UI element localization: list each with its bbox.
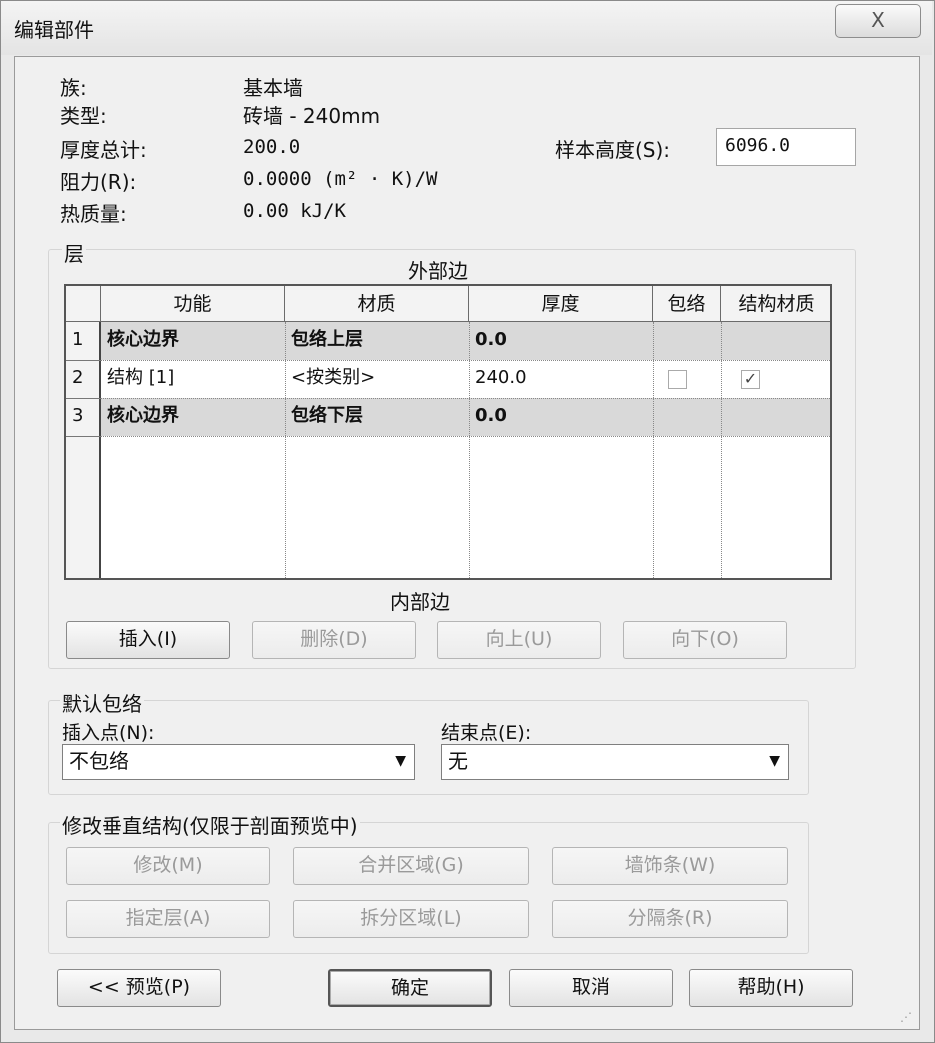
end-point-select[interactable]: 无 ▼ xyxy=(441,744,789,780)
inner-side-label: 内部边 xyxy=(390,590,450,614)
grid-line xyxy=(101,436,830,437)
cancel-button[interactable]: 取消 xyxy=(509,969,673,1007)
family-value: 基本墙 xyxy=(243,76,303,100)
column-header-function[interactable]: 功能 xyxy=(101,286,285,322)
resize-grip-icon[interactable]: ⋰ xyxy=(900,1010,912,1024)
row-number[interactable]: 2 xyxy=(66,360,101,398)
grid-line xyxy=(66,360,101,361)
grid-line xyxy=(66,436,101,437)
dropdown-arrow-icon: ▼ xyxy=(395,753,406,769)
delete-button[interactable]: 删除(D) xyxy=(252,621,416,659)
resistance-value: 0.0000 (m² · K)/W xyxy=(243,168,438,190)
modify-button[interactable]: 修改(M) xyxy=(66,847,270,885)
total-thickness-value: 200.0 xyxy=(243,136,301,158)
checkmark-icon: ✓ xyxy=(743,369,758,388)
insert-point-select[interactable]: 不包络 ▼ xyxy=(62,744,415,780)
grid-line xyxy=(101,360,830,361)
outer-side-label: 外部边 xyxy=(408,259,468,283)
split-region-button[interactable]: 拆分区域(L) xyxy=(293,900,529,938)
type-value: 砖墙 - 240mm xyxy=(243,104,381,128)
end-point-value: 无 xyxy=(448,749,468,773)
close-button[interactable]: X xyxy=(835,4,921,38)
move-up-button[interactable]: 向上(U) xyxy=(437,621,601,659)
column-header-thickness[interactable]: 厚度 xyxy=(469,286,653,322)
modify-vertical-group-label: 修改垂直结构(仅限于剖面预览中) xyxy=(60,810,360,839)
move-down-button[interactable]: 向下(O) xyxy=(623,621,787,659)
layers-group-label: 层 xyxy=(62,238,86,267)
grid-line xyxy=(101,398,830,399)
row-thickness[interactable]: 240.0 xyxy=(469,360,653,398)
ok-button[interactable]: 确定 xyxy=(328,969,492,1007)
sample-height-label: 样本高度(S): xyxy=(555,138,671,162)
title-bar[interactable] xyxy=(1,1,932,55)
type-label: 类型: xyxy=(60,104,107,128)
dropdown-arrow-icon: ▼ xyxy=(769,753,780,769)
insert-button[interactable]: 插入(I) xyxy=(66,621,230,659)
layers-table: 功能 材质 厚度 包络 结构材质 1 核心边界 包络上层 0.0 2 结构 [1… xyxy=(64,284,832,580)
assign-layers-button[interactable]: 指定层(A) xyxy=(66,900,270,938)
close-icon: X xyxy=(871,8,885,32)
sample-height-input[interactable]: 6096.0 xyxy=(716,128,856,166)
total-thickness-label: 厚度总计: xyxy=(60,138,147,162)
column-header-material[interactable]: 材质 xyxy=(285,286,469,322)
column-header-structural[interactable]: 结构材质 xyxy=(721,286,830,322)
row-number[interactable]: 3 xyxy=(66,398,101,436)
row-function[interactable]: 结构 [1] xyxy=(101,360,285,398)
family-label: 族: xyxy=(60,76,87,100)
column-header-wrap[interactable]: 包络 xyxy=(653,286,721,322)
insert-point-value: 不包络 xyxy=(69,749,129,773)
row-material[interactable]: 包络上层 xyxy=(285,322,469,360)
end-point-label: 结束点(E): xyxy=(441,722,532,744)
resistance-label: 阻力(R): xyxy=(60,170,137,194)
sweeps-button[interactable]: 墙饰条(W) xyxy=(552,847,788,885)
reveals-button[interactable]: 分隔条(R) xyxy=(552,900,788,938)
default-wrap-group-label: 默认包络 xyxy=(60,688,144,717)
row-structural-checkbox[interactable]: ✓ xyxy=(741,370,760,389)
preview-button[interactable]: << 预览(P) xyxy=(57,969,221,1007)
dialog-title: 编辑部件 xyxy=(14,18,94,42)
row-function[interactable]: 核心边界 xyxy=(101,322,285,360)
row-number[interactable]: 1 xyxy=(66,322,101,360)
help-button[interactable]: 帮助(H) xyxy=(689,969,853,1007)
insert-point-label: 插入点(N): xyxy=(62,722,155,744)
merge-regions-button[interactable]: 合并区域(G) xyxy=(293,847,529,885)
thermal-mass-value: 0.00 kJ/K xyxy=(243,200,346,222)
header-corner xyxy=(66,286,101,322)
grid-line xyxy=(66,398,101,399)
row-material[interactable]: 包络下层 xyxy=(285,398,469,436)
row-material[interactable]: <按类别> xyxy=(285,360,469,398)
row-thickness[interactable]: 0.0 xyxy=(469,398,653,436)
row-function[interactable]: 核心边界 xyxy=(101,398,285,436)
row-thickness[interactable]: 0.0 xyxy=(469,322,653,360)
thermal-mass-label: 热质量: xyxy=(60,202,127,226)
row-wrap-checkbox[interactable] xyxy=(668,370,687,389)
